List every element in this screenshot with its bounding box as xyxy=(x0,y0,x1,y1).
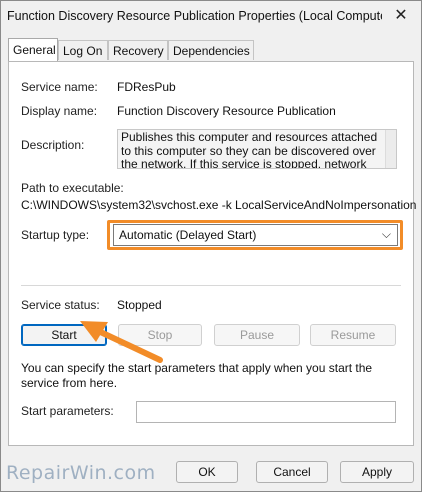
apply-button[interactable]: Apply xyxy=(340,461,414,483)
display-name-label: Display name: xyxy=(21,104,98,118)
description-box[interactable]: Publishes this computer and resources at… xyxy=(117,129,397,169)
pause-button[interactable]: Pause xyxy=(214,324,300,346)
start-params-input[interactable] xyxy=(136,401,396,423)
service-name-value: FDResPub xyxy=(117,80,176,94)
startup-type-label: Startup type: xyxy=(21,228,90,242)
description-scrollbar[interactable] xyxy=(385,130,396,168)
service-status-value: Stopped xyxy=(117,298,162,312)
cancel-button[interactable]: Cancel xyxy=(256,461,328,483)
path-label: Path to executable: xyxy=(21,181,124,195)
ok-button[interactable]: OK xyxy=(176,461,238,483)
watermark: RepairWin.com xyxy=(6,462,156,484)
window-title: Function Discovery Resource Publication … xyxy=(7,9,382,23)
startup-type-select[interactable]: Automatic (Delayed Start) ⌵ xyxy=(113,224,398,246)
path-value: C:\WINDOWS\system32\svchost.exe -k Local… xyxy=(21,198,417,212)
tab-general[interactable]: General xyxy=(8,38,58,61)
service-status-label: Service status: xyxy=(21,298,100,312)
tab-recovery[interactable]: Recovery xyxy=(108,40,168,60)
pointer-arrow-icon xyxy=(80,321,163,363)
tab-dependencies[interactable]: Dependencies xyxy=(168,40,254,60)
separator xyxy=(21,285,401,286)
description-text: Publishes this computer and resources at… xyxy=(121,130,378,169)
close-icon[interactable]: ✕ xyxy=(391,6,411,26)
description-label: Description: xyxy=(21,138,85,152)
tab-log-on[interactable]: Log On xyxy=(58,40,108,60)
title-bar: Function Discovery Resource Publication … xyxy=(1,1,421,31)
chevron-down-icon: ⌵ xyxy=(381,227,391,241)
display-name-value: Function Discovery Resource Publication xyxy=(117,104,336,118)
resume-button[interactable]: Resume xyxy=(310,324,396,346)
start-params-label: Start parameters: xyxy=(21,404,114,418)
startup-type-value: Automatic (Delayed Start) xyxy=(119,228,257,242)
general-panel: Service name: FDResPub Display name: Fun… xyxy=(8,61,417,446)
service-name-label: Service name: xyxy=(21,80,98,94)
